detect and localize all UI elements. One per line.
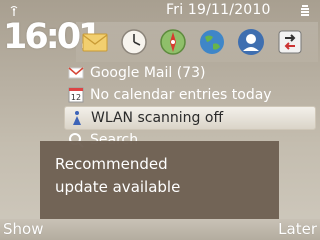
list-item-label: No calendar entries today — [90, 87, 272, 103]
wlan-icon — [69, 110, 85, 126]
notification-list: Google Mail (73) 12 No calendar entries … — [64, 62, 320, 150]
list-item-label: Google Mail (73) — [90, 65, 206, 81]
battery-icon — [301, 5, 309, 16]
calendar-icon: 12 — [68, 87, 84, 103]
messaging-icon[interactable] — [79, 26, 111, 58]
list-item-label: WLAN scanning off — [91, 110, 224, 126]
popup-message: Recommended update available — [55, 155, 181, 196]
list-item-calendar[interactable]: 12 No calendar entries today — [64, 84, 320, 106]
sync-icon[interactable] — [274, 26, 306, 58]
later-button[interactable]: Later — [278, 220, 317, 238]
svg-text:12: 12 — [71, 93, 81, 102]
contacts-icon[interactable] — [235, 26, 267, 58]
update-notification-popup[interactable]: Recommended update available — [40, 141, 279, 220]
compass-icon[interactable] — [157, 26, 189, 58]
shortcut-bar — [76, 22, 318, 62]
list-item-wlan[interactable]: WLAN scanning off — [64, 106, 316, 130]
globe-icon[interactable] — [196, 26, 228, 58]
list-item-gmail[interactable]: Google Mail (73) — [64, 62, 320, 84]
antenna-icon — [10, 6, 18, 16]
clock-icon[interactable] — [118, 26, 150, 58]
softkey-bar: Show Later — [0, 219, 320, 240]
date-time: Fri 19/11/2010 — [166, 2, 271, 18]
show-button[interactable]: Show — [3, 220, 43, 238]
gmail-icon — [68, 65, 84, 81]
